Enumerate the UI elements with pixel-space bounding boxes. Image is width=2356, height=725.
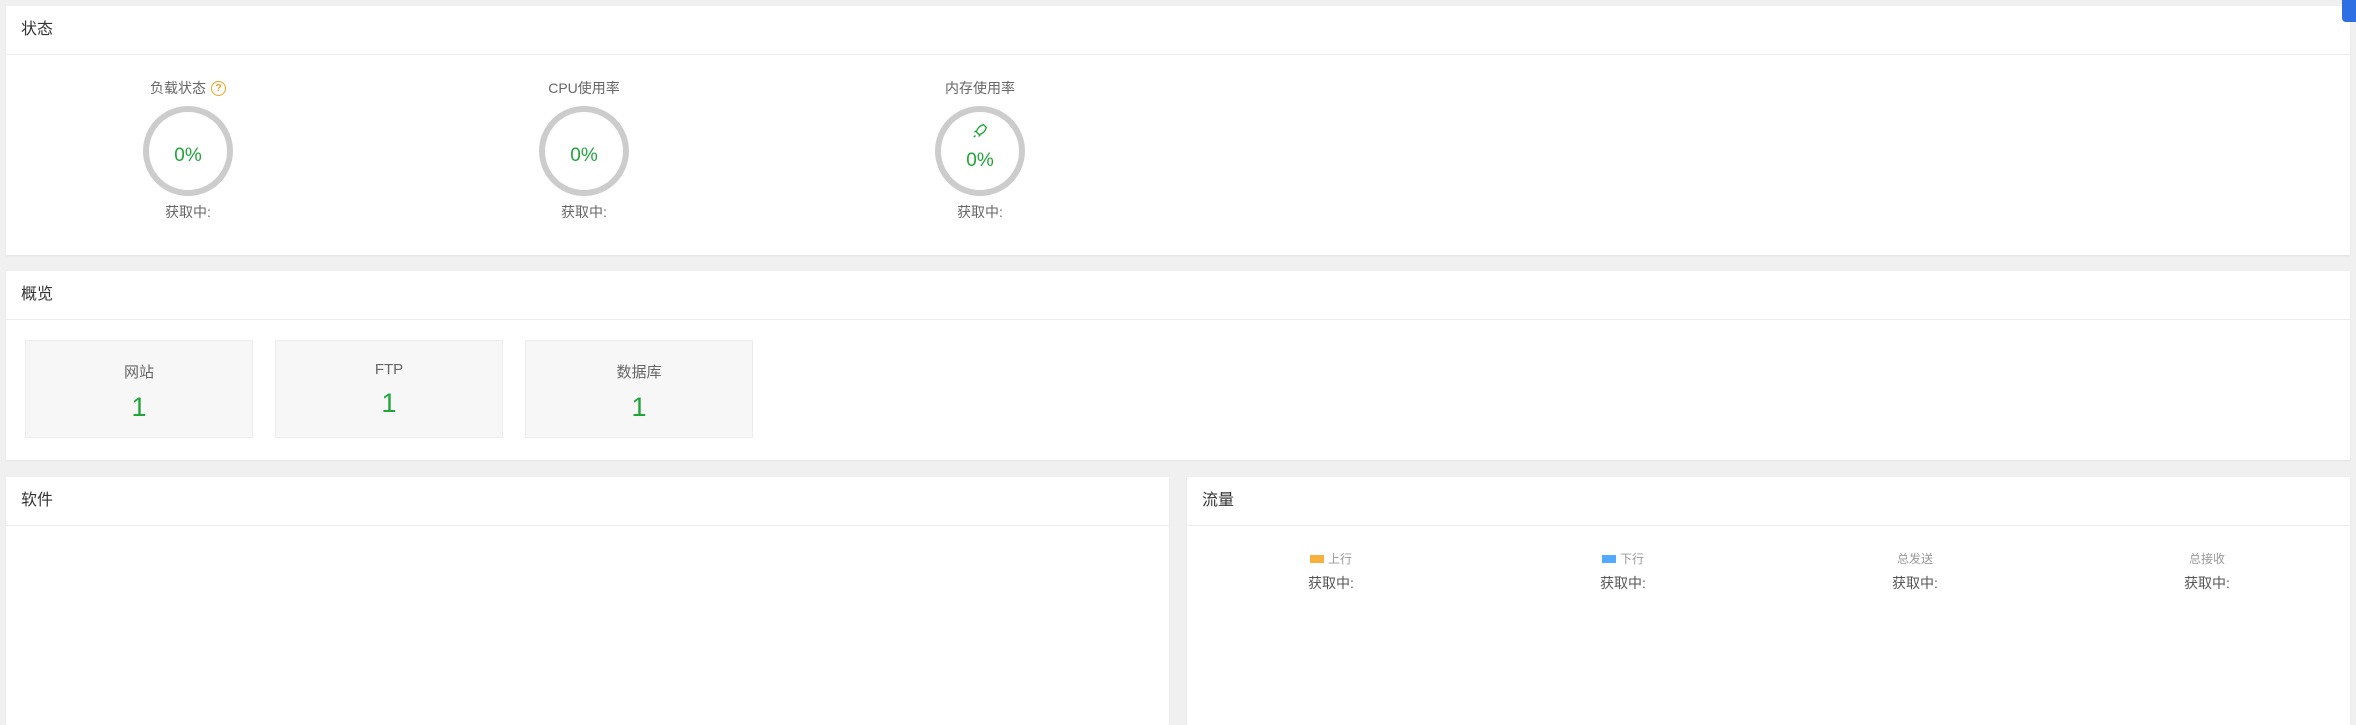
traffic-total-sent-value: 获取中: xyxy=(1892,575,1938,591)
cpu-gauge-status: 获取中: xyxy=(561,204,607,220)
status-panel-title: 状态 xyxy=(6,6,2350,55)
traffic-upload: 上行 获取中: xyxy=(1271,550,1391,593)
software-panel-title: 软件 xyxy=(6,477,1169,526)
download-legend-swatch xyxy=(1601,554,1616,563)
traffic-download-label: 下行 xyxy=(1619,552,1644,566)
cpu-gauge: CPU使用率 0% 获取中: xyxy=(504,78,664,222)
cpu-gauge-value: 0% xyxy=(570,145,598,166)
rocket-icon[interactable] xyxy=(971,122,989,140)
traffic-total-sent-label: 总发送 xyxy=(1896,552,1933,566)
memory-gauge: 内存使用率 0% 获取中: xyxy=(900,78,1060,222)
status-panel: 状态 负载状态 ? 0% 获取中: CPU使用率 0% 获取中: 内存使用率 0… xyxy=(6,6,2350,255)
traffic-total-received-value: 获取中: xyxy=(2184,575,2230,591)
overview-card-value[interactable]: 1 xyxy=(276,388,502,419)
overview-card-value[interactable]: 1 xyxy=(26,392,252,423)
traffic-panel: 流量 上行 获取中: 下行 获取中: 总发送 获取中: 总接收 获取中: xyxy=(1187,477,2350,725)
overview-panel-title: 概览 xyxy=(6,271,2350,320)
memory-gauge-label: 内存使用率 xyxy=(945,80,1015,96)
overview-card-website[interactable]: 网站 1 xyxy=(25,340,253,438)
traffic-panel-title: 流量 xyxy=(1187,477,2350,526)
cpu-gauge-label: CPU使用率 xyxy=(548,80,620,96)
overview-card-label: FTP xyxy=(374,361,404,378)
load-gauge-ring[interactable]: 0% xyxy=(143,106,233,196)
load-gauge-label: 负载状态 xyxy=(150,80,206,96)
traffic-total-received-label: 总接收 xyxy=(2188,552,2225,566)
overview-card-label: 数据库 xyxy=(616,364,662,381)
software-panel: 软件 xyxy=(6,477,1169,725)
memory-gauge-status: 获取中: xyxy=(957,204,1003,220)
question-circle-icon[interactable]: ? xyxy=(211,80,226,96)
overview-card-label: 网站 xyxy=(123,364,154,381)
traffic-total-received: 总接收 获取中: xyxy=(2147,550,2267,593)
floating-tool-icon[interactable] xyxy=(2342,0,2356,22)
memory-gauge-value: 0% xyxy=(966,150,994,171)
upload-legend-swatch xyxy=(1309,554,1324,563)
load-gauge: 负载状态 ? 0% 获取中: xyxy=(108,78,268,222)
traffic-download: 下行 获取中: xyxy=(1563,550,1683,593)
cpu-gauge-ring[interactable]: 0% xyxy=(539,106,629,196)
load-gauge-value: 0% xyxy=(174,145,202,166)
traffic-download-value: 获取中: xyxy=(1600,575,1646,591)
traffic-upload-value: 获取中: xyxy=(1308,575,1354,591)
traffic-upload-label: 上行 xyxy=(1327,552,1352,566)
overview-card-ftp[interactable]: FTP 1 xyxy=(275,340,503,438)
load-gauge-status: 获取中: xyxy=(165,204,211,220)
memory-gauge-ring[interactable]: 0% xyxy=(935,106,1025,196)
overview-card-value[interactable]: 1 xyxy=(526,392,752,423)
overview-panel: 概览 网站 1 FTP 1 数据库 1 xyxy=(6,271,2350,460)
overview-card-database[interactable]: 数据库 1 xyxy=(525,340,753,438)
traffic-total-sent: 总发送 获取中: xyxy=(1855,550,1975,593)
